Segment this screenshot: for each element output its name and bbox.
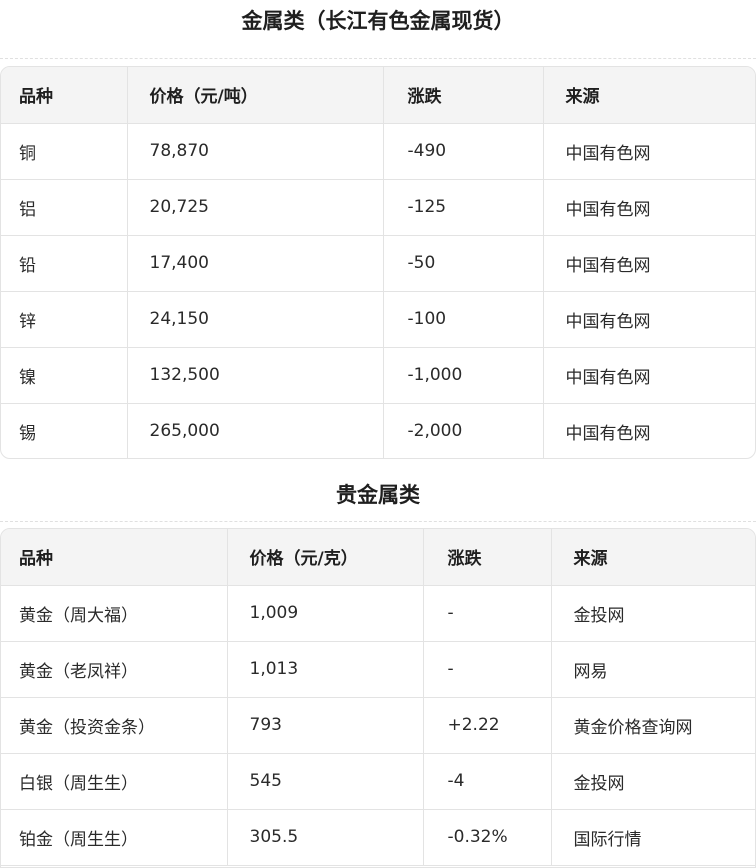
cell-variety: 黄金（投资金条） xyxy=(1,697,228,754)
column-header-price: 价格（元/克） xyxy=(227,529,424,586)
cell-variety: 铂金（周生生） xyxy=(1,809,228,866)
precious-metals-table-container: 品种 价格（元/克） 涨跌 来源 黄金（周大福） 1,009 - 金投网 黄金（… xyxy=(0,528,756,868)
cell-price: 1,009 xyxy=(227,585,424,642)
cell-source: 国际行情 xyxy=(551,809,755,866)
table-row: 黄金（投资金条） 793 +2.22 黄金价格查询网 xyxy=(1,697,755,754)
cell-variety: 铜 xyxy=(1,123,128,180)
table-row: 铂金（周生生） 305.5 -0.32% 国际行情 xyxy=(1,809,755,866)
cell-price: 793 xyxy=(227,697,424,754)
table-row: 锡 265,000 -2,000 中国有色网 xyxy=(1,403,755,458)
cell-price: 265,000 xyxy=(127,403,384,458)
cell-variety: 铅 xyxy=(1,235,128,292)
cell-source: 中国有色网 xyxy=(543,347,755,404)
cell-change: - xyxy=(423,585,552,642)
table-row: 铜 78,870 -490 中国有色网 xyxy=(1,123,755,180)
table-row: 黄金（老凤祥） 1,013 - 网易 xyxy=(1,641,755,698)
column-header-change: 涨跌 xyxy=(383,67,544,124)
table-row: 锌 24,150 -100 中国有色网 xyxy=(1,291,755,348)
cell-variety: 镍 xyxy=(1,347,128,404)
cell-change: -50 xyxy=(383,235,544,292)
cell-source: 黄金价格查询网 xyxy=(551,697,755,754)
base-metals-table-container: 品种 价格（元/吨） 涨跌 来源 铜 78,870 -490 中国有色网 铝 2… xyxy=(0,66,756,459)
column-header-source: 来源 xyxy=(551,529,755,586)
cell-source: 中国有色网 xyxy=(543,235,755,292)
cell-price: 1,013 xyxy=(227,641,424,698)
cell-source: 中国有色网 xyxy=(565,423,651,444)
column-header-price: 价格（元/吨） xyxy=(127,67,384,124)
table-row: 铅 17,400 -50 中国有色网 xyxy=(1,235,755,292)
cell-source: 中国有色网 xyxy=(543,123,755,180)
cell-source: 金投网 xyxy=(551,585,755,642)
precious-metals-title: 贵金属类 xyxy=(336,483,420,507)
column-header-source: 来源 xyxy=(543,67,755,124)
cell-price: 305.5 xyxy=(227,809,424,866)
cell-change: +2.22 xyxy=(423,697,552,754)
cell-change: - xyxy=(423,641,552,698)
cell-price: 24,150 xyxy=(127,291,384,348)
precious-metals-table: 品种 价格（元/克） 涨跌 来源 黄金（周大福） 1,009 - 金投网 黄金（… xyxy=(1,529,755,866)
cell-change: -125 xyxy=(383,179,544,236)
cell-change: -100 xyxy=(383,291,544,348)
cell-variety: 白银（周生生） xyxy=(1,753,228,810)
cell-source: 中国有色网 xyxy=(543,179,755,236)
cell-variety: 黄金（老凤祥） xyxy=(1,641,228,698)
table-row: 白银（周生生） 545 -4 金投网 xyxy=(1,753,755,810)
cell-variety: 锡 xyxy=(1,403,128,458)
column-header-variety: 品种 xyxy=(1,67,128,124)
cell-source: 网易 xyxy=(551,641,755,698)
column-header-change: 涨跌 xyxy=(423,529,552,586)
cell-change: -2,000 xyxy=(383,403,544,458)
cell-price: 132,500 xyxy=(127,347,384,404)
cell-source: 中国有色网 xyxy=(543,291,755,348)
cell-price: 20,725 xyxy=(127,179,384,236)
cell-price: 545 xyxy=(227,753,424,810)
table-row: 黄金（周大福） 1,009 - 金投网 xyxy=(1,585,755,642)
cell-change: -0.32% xyxy=(423,809,552,866)
cell-variety: 锌 xyxy=(1,291,128,348)
section-divider xyxy=(0,521,756,522)
section-divider xyxy=(0,58,756,59)
cell-change: -490 xyxy=(383,123,544,180)
table-header-row: 品种 价格（元/克） 涨跌 来源 xyxy=(1,529,755,586)
column-header-variety: 品种 xyxy=(1,529,228,586)
cell-change: -1,000 xyxy=(383,347,544,404)
cell-variety: 黄金（周大福） xyxy=(1,585,228,642)
cell-variety: 铝 xyxy=(1,179,128,236)
table-row: 镍 132,500 -1,000 中国有色网 xyxy=(1,347,755,404)
cell-change: -4 xyxy=(423,753,552,810)
table-header-row: 品种 价格（元/吨） 涨跌 来源 xyxy=(1,67,755,124)
cell-price: 78,870 xyxy=(127,123,384,180)
cell-source: 金投网 xyxy=(551,753,755,810)
cell-price: 17,400 xyxy=(127,235,384,292)
base-metals-title: 金属类（长江有色金属现货） xyxy=(241,9,515,33)
table-row: 铝 20,725 -125 中国有色网 xyxy=(1,179,755,236)
base-metals-table: 品种 价格（元/吨） 涨跌 来源 铜 78,870 -490 中国有色网 铝 2… xyxy=(1,67,755,458)
